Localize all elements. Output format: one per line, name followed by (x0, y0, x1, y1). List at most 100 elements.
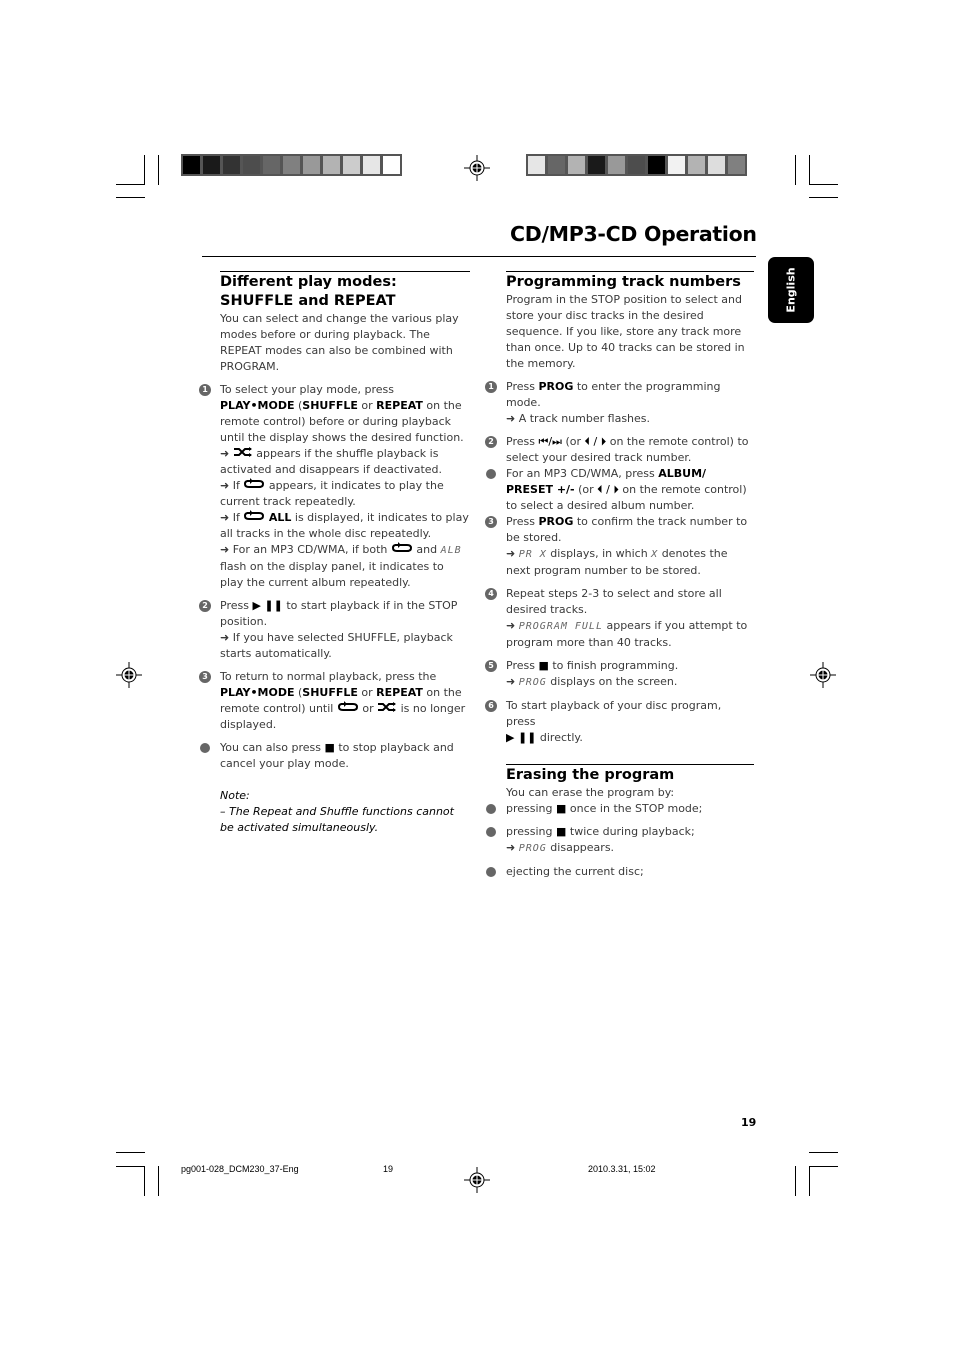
color-swatch (363, 156, 380, 174)
crop-mark (144, 1166, 145, 1196)
stop-icon: ■ (324, 741, 335, 754)
crop-mark (809, 1152, 838, 1153)
arrow-right-icon: ➜ (220, 447, 230, 460)
text: If (229, 511, 244, 524)
color-swatch (203, 156, 220, 174)
text: pressing (506, 825, 556, 838)
title-divider (202, 256, 756, 257)
lcd-album-text: ALB (440, 545, 462, 556)
step-5: 5 Press ■ to finish programming. ➜ PROG … (485, 658, 754, 691)
color-swatch (648, 156, 665, 174)
color-swatch (728, 156, 745, 174)
text: twice during playback; (566, 825, 695, 838)
key-repeat: REPEAT (376, 686, 423, 699)
arrow-right-icon: ➜ (220, 631, 230, 644)
note-label: Note: (220, 789, 250, 802)
color-swatch (303, 156, 320, 174)
text: or (357, 399, 377, 412)
text: (or (561, 435, 585, 448)
step-number-badge: 3 (485, 516, 497, 528)
color-swatch (323, 156, 340, 174)
arrow-right-icon: ➜ (506, 619, 516, 632)
text: directly. (536, 731, 583, 744)
crop-mark (809, 197, 838, 198)
registration-mark-icon (464, 155, 490, 181)
color-swatch (548, 156, 565, 174)
registration-mark-icon (464, 1167, 490, 1193)
arrow-right-icon: ➜ (506, 841, 516, 854)
lcd-prog-text: PROG (518, 843, 547, 854)
section-heading-programming: Programming track numbers (506, 271, 754, 292)
language-tab: English (768, 257, 814, 323)
color-swatch (708, 156, 725, 174)
text: To select your play mode, press (220, 383, 394, 396)
shuffle-icon (233, 446, 253, 462)
key-shuffle: SHUFFLE (302, 399, 358, 412)
key-repeat: REPEAT (376, 399, 423, 412)
text: and (412, 543, 441, 556)
crop-mark (144, 155, 145, 185)
repeat-icon (337, 701, 359, 717)
crop-mark (158, 1166, 159, 1196)
page-number: 19 (741, 1116, 757, 1129)
bullet-icon (200, 743, 210, 753)
step-number-badge: 2 (199, 600, 211, 612)
crop-mark (795, 1166, 796, 1196)
color-swatch (628, 156, 645, 174)
key-prog: PROG (538, 515, 574, 528)
crop-mark (116, 1152, 145, 1153)
text: To start playback of your disc program, … (506, 699, 722, 728)
crop-mark (809, 184, 838, 185)
crop-mark (158, 155, 159, 185)
key-prog: PROG (538, 380, 574, 393)
lcd-program-full-text: PROGRAM FULL (518, 621, 603, 632)
text: appears if the shuffle playback is activ… (220, 447, 443, 476)
bullet-mp3: For an MP3 CD/WMA, press ALBUM/ PRESET +… (486, 466, 754, 514)
arrow-right-icon: ➜ (506, 547, 516, 560)
step-6: 6 To start playback of your disc program… (485, 698, 754, 746)
section-heading-erasing: Erasing the program (506, 764, 754, 785)
section-heading-play-modes: Different play modes: SHUFFLE and REPEAT (220, 271, 470, 311)
arrow-right-icon: ➜ (220, 479, 230, 492)
left-column: Different play modes: SHUFFLE and REPEAT… (199, 271, 470, 836)
footer-filename: pg001-028_DCM230_37-Eng (181, 1164, 299, 1174)
step-number-badge: 3 (199, 671, 211, 683)
text: displays on the screen. (546, 675, 678, 688)
color-swatch (588, 156, 605, 174)
bullet-erase-eject: ejecting the current disc; (486, 864, 754, 880)
color-swatch (343, 156, 360, 174)
registration-mark-icon (116, 662, 142, 688)
text: or (357, 686, 377, 699)
text: Press (506, 659, 539, 672)
bullet-erase-playback: pressing ■ twice during playback; ➜ PROG… (486, 824, 754, 857)
intro-text: Program in the STOP position to select a… (506, 293, 745, 370)
bullet-icon (486, 804, 496, 814)
bullet-icon (486, 827, 496, 837)
text: To return to normal playback, press the (220, 670, 437, 683)
text: Press (506, 515, 539, 528)
repeat-icon (243, 478, 265, 494)
repeat-icon (391, 542, 413, 558)
text: For an MP3 CD/WMA, press (506, 467, 659, 480)
text: once in the STOP mode; (566, 802, 703, 815)
step-number-badge: 1 (485, 381, 497, 393)
color-swatch (528, 156, 545, 174)
text: pressing (506, 802, 556, 815)
footer-date: 2010.3.31, 15:02 (588, 1164, 656, 1174)
crop-mark (809, 1166, 810, 1196)
color-swatch (183, 156, 200, 174)
repeat-all-label: ALL (268, 511, 292, 524)
crop-mark (116, 1166, 145, 1167)
color-calibration-bar-left (181, 154, 402, 176)
text: Repeat steps 2-3 to select and store all… (506, 587, 722, 616)
text: Press (220, 599, 253, 612)
text: or (358, 702, 378, 715)
play-pause-icon: ▶ ❚❚ (252, 599, 283, 612)
footer-page: 19 (383, 1164, 394, 1174)
bullet-icon (486, 469, 496, 479)
color-swatch (243, 156, 260, 174)
color-swatch (263, 156, 280, 174)
text: Press (506, 435, 539, 448)
text: For an MP3 CD/WMA, if both (229, 543, 391, 556)
text: Press (506, 380, 539, 393)
